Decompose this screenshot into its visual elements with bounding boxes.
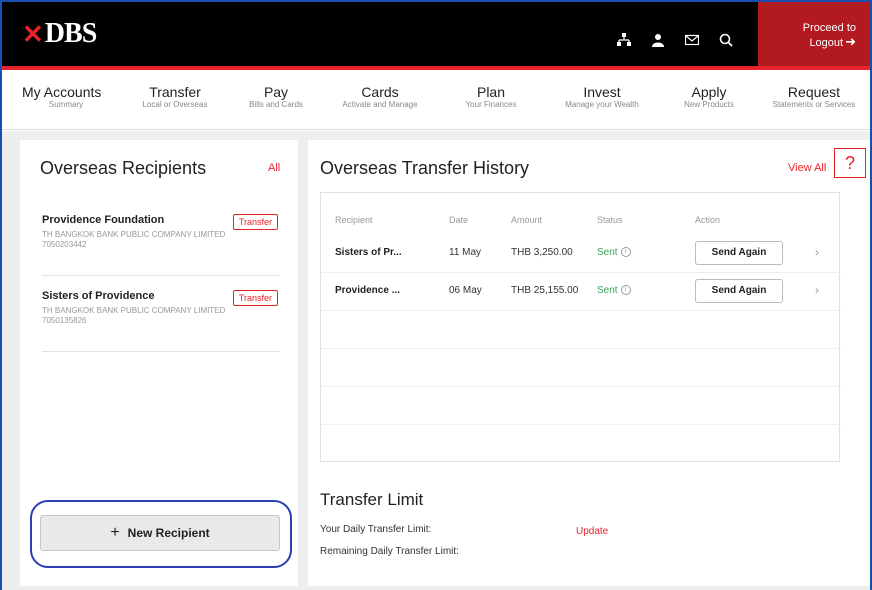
remaining-limit-value [500, 542, 568, 558]
recipient-account: 7050135826 [42, 316, 87, 325]
sitemap-icon[interactable] [614, 30, 634, 50]
daily-limit-label: Your Daily Transfer Limit: [320, 524, 432, 535]
header-icons [614, 30, 736, 50]
history-title: Overseas Transfer History [320, 158, 530, 178]
nav-transfer[interactable]: Transfer Local or Overseas [130, 84, 220, 110]
transfer-limit-title: Transfer Limit [320, 490, 424, 509]
col-header-amount: Amount [511, 215, 543, 225]
nav-title: Apply [691, 84, 727, 100]
chevron-right-icon[interactable]: › [815, 283, 819, 297]
dbs-logo-text: DBS [44, 18, 97, 49]
recipients-title: Overseas Recipients [40, 158, 207, 178]
nav-pay[interactable]: Pay Bills and Cards [240, 84, 312, 110]
main-nav: My Accounts Summary Transfer Local or Ov… [2, 70, 870, 130]
nav-title: My Accounts [22, 84, 102, 100]
row-recipient: Sisters of Pr... [335, 247, 402, 258]
nav-title: Request [787, 84, 841, 100]
nav-sub: Summary [48, 100, 84, 109]
nav-title: Invest [583, 84, 621, 100]
nav-apply[interactable]: Apply New Products [672, 84, 746, 110]
nav-sub: Manage your Wealth [565, 100, 639, 109]
recipient-transfer-button[interactable]: Transfer [232, 290, 278, 306]
nav-cards[interactable]: Cards Activate and Manage [330, 84, 430, 110]
table-row[interactable]: Sisters of Pr... 11 May THB 3,250.00 Sen… [321, 235, 841, 273]
row-amount: THB 25,155.00 [511, 285, 579, 296]
user-icon[interactable] [648, 30, 668, 50]
info-icon[interactable]: i [620, 247, 631, 258]
nav-title: Cards [361, 84, 399, 100]
recipient-item[interactable]: Sisters of Providence Transfer TH BANGKO… [42, 290, 280, 352]
logout-button[interactable]: Proceed to Logout ➜ [758, 2, 870, 66]
transfer-history-panel: Overseas Transfer History View All ? Rec… [308, 140, 870, 586]
view-all-link[interactable]: View All [788, 162, 826, 174]
help-button[interactable]: ? [834, 148, 866, 178]
chevron-right-icon[interactable]: › [815, 245, 819, 259]
recipient-account: 7050203442 [42, 240, 87, 249]
logout-arrow-icon: ➜ [845, 34, 856, 49]
dbs-logo[interactable]: ✕ DBS [22, 18, 97, 50]
logout-line1: Proceed to [802, 22, 856, 34]
nav-request[interactable]: Request Statements or Services [762, 84, 866, 110]
history-table: Recipient Date Amount Status Action Sist… [320, 192, 841, 462]
mail-icon[interactable] [682, 30, 702, 50]
empty-row [321, 387, 841, 425]
nav-title: Transfer [149, 84, 201, 100]
row-status: Sent [597, 285, 618, 296]
recipient-bank: TH BANGKOK BANK PUBLIC COMPANY LIMITED [42, 230, 226, 239]
recipients-all-link[interactable]: All [268, 162, 280, 174]
remaining-limit-label: Remaining Daily Transfer Limit: [320, 546, 459, 557]
row-date: 06 May [449, 285, 482, 296]
send-again-button[interactable]: Send Again [695, 241, 783, 265]
top-header: ✕ DBS Proceed to Logout ➜ [2, 2, 870, 66]
nav-sub: Local or Overseas [142, 100, 208, 109]
nav-sub: Bills and Cards [249, 100, 303, 109]
nav-title: Pay [263, 84, 289, 100]
recipient-bank: TH BANGKOK BANK PUBLIC COMPANY LIMITED [42, 306, 226, 315]
nav-sub: Activate and Manage [342, 100, 418, 109]
update-limit-link[interactable]: Update [576, 526, 608, 537]
row-amount: THB 3,250.00 [511, 247, 573, 258]
info-icon[interactable]: i [620, 285, 631, 296]
dbs-logo-mark: ✕ [22, 18, 44, 49]
nav-invest[interactable]: Invest Manage your Wealth [552, 84, 652, 110]
recipient-item[interactable]: Providence Foundation Transfer TH BANGKO… [42, 214, 280, 276]
nav-sub: Statements or Services [772, 100, 856, 109]
nav-sub: Your Finances [465, 100, 517, 109]
empty-row [321, 311, 841, 349]
daily-limit-value [500, 520, 568, 536]
nav-title: Plan [476, 84, 506, 100]
empty-row [321, 349, 841, 387]
table-row[interactable]: Providence ... 06 May THB 25,155.00 Sent… [321, 273, 841, 311]
row-status: Sent [597, 247, 618, 258]
send-again-button[interactable]: Send Again [695, 279, 783, 303]
nav-my-accounts[interactable]: My Accounts Summary [22, 84, 110, 110]
search-icon[interactable] [716, 30, 736, 50]
col-header-recipient: Recipient [335, 215, 373, 225]
row-date: 11 May [449, 247, 482, 258]
col-header-date: Date [449, 215, 469, 225]
nav-plan[interactable]: Plan Your Finances [454, 84, 528, 110]
row-recipient: Providence ... [335, 285, 401, 296]
col-header-status: Status [597, 215, 623, 225]
nav-sub: New Products [684, 100, 734, 109]
recipient-transfer-button[interactable]: Transfer [232, 214, 278, 230]
logout-line2: Logout [809, 37, 844, 49]
col-header-action: Action [695, 215, 721, 225]
highlight-annotation-circle [30, 500, 292, 568]
